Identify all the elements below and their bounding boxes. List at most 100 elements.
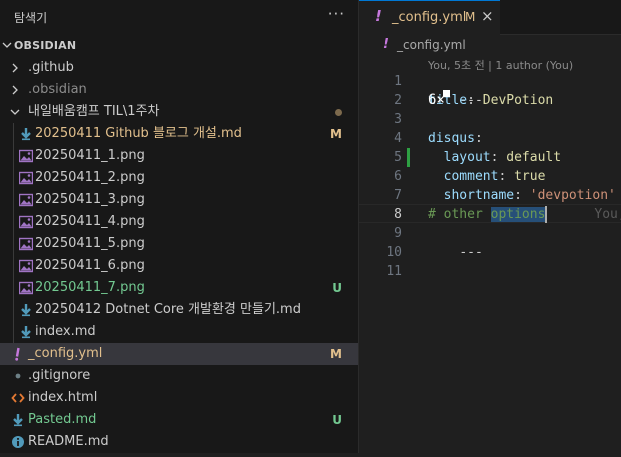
image-file-icon: [18, 237, 34, 251]
tree-item-label: 내일배움캠프 TIL\1주차: [28, 104, 160, 119]
more-actions-icon[interactable]: ···: [328, 5, 345, 23]
markdown-file-icon: [19, 303, 33, 317]
tree-item-label: 20250411_4.png: [35, 214, 145, 229]
tab-label: _config.yml: [392, 10, 467, 25]
yaml-key: disqus: [428, 131, 475, 146]
tree-file[interactable]: Pasted.md U: [0, 409, 358, 431]
explorer-sidebar: 탐색기 ··· OBSIDIAN .github .obsidian 내일배움캠프 …: [0, 0, 359, 453]
code-line-4[interactable]: disqus:: [428, 129, 483, 148]
yaml-key: shortname: [443, 188, 515, 203]
tree-file[interactable]: 20250411_5.png: [0, 233, 358, 255]
line-number: 8: [394, 207, 402, 222]
markdown-file-icon: [19, 127, 33, 141]
tree-item-label: 20250411_6.png: [35, 258, 145, 273]
blame-codelens[interactable]: You, 5초 전 | 1 author (You): [428, 57, 573, 73]
git-status-badge: U: [332, 281, 342, 295]
line-number: 5: [394, 150, 402, 165]
tree-file[interactable]: 20250411_1.png: [0, 145, 358, 167]
readme-info-icon: [11, 435, 25, 449]
tree-file[interactable]: 20250411_4.png: [0, 211, 358, 233]
close-icon[interactable]: ×: [481, 7, 494, 25]
image-file-icon: [18, 171, 34, 185]
tree-item-label: index.md: [35, 324, 96, 339]
code-line-5[interactable]: layout: default: [428, 148, 561, 167]
explorer-title: 탐색기: [14, 11, 48, 25]
keypress-overlay: 6×: [428, 88, 450, 108]
tree-item-label: 20250411 Github 블로그 개설.md: [35, 126, 242, 141]
tree-item-label: 20250412 Dotnet Core 개발환경 만들기.md: [35, 302, 301, 317]
line-number: 10: [386, 245, 402, 260]
git-status-badge: U: [332, 413, 342, 427]
tree-folder[interactable]: .obsidian: [0, 79, 358, 101]
image-file-icon: [18, 281, 34, 295]
tree-file[interactable]: 20250411_6.png: [0, 255, 358, 277]
markdown-file-icon: [11, 413, 25, 427]
yaml-value: default: [506, 150, 562, 165]
code-line-8[interactable]: # other options You,: [428, 205, 621, 224]
tree-folder[interactable]: .github: [0, 57, 358, 79]
line-number: 4: [394, 131, 402, 146]
tree-file[interactable]: .gitignore: [0, 365, 358, 387]
modified-dot-icon: [335, 109, 342, 116]
tree-item-label: 20250411_7.png: [35, 280, 145, 295]
chevron-right-icon: [10, 79, 20, 101]
tab-modified-badge: M: [465, 10, 476, 24]
workspace-name: OBSIDIAN: [14, 39, 77, 52]
line-number: 1: [394, 74, 402, 89]
tab-config-yml[interactable]: ! _config.yml M ×: [359, 0, 500, 35]
git-modified-gutter-bar: [407, 148, 410, 167]
tree-item-label: 20250411_5.png: [35, 236, 145, 251]
text-selection: options: [490, 207, 546, 222]
line-number: 7: [394, 188, 402, 203]
git-status-badge: M: [330, 127, 342, 141]
yaml-comment: # other: [428, 207, 491, 222]
gitignore-file-icon: [11, 369, 25, 383]
markdown-file-icon: [19, 325, 33, 339]
line-number: 2: [394, 93, 402, 108]
code-line-6[interactable]: comment: true: [428, 167, 546, 186]
editor-area: ! _config.yml M × ! _config.yml You, 5초 …: [359, 0, 621, 453]
tree-file[interactable]: _config.yml M: [0, 343, 358, 365]
yaml-file-icon: !: [383, 37, 389, 52]
tree-file[interactable]: 20250411_3.png: [0, 189, 358, 211]
yaml-file-icon: !: [375, 7, 382, 25]
image-file-icon: [18, 215, 34, 229]
tree-file[interactable]: 20250411_7.png U: [0, 277, 358, 299]
image-file-icon: [18, 149, 34, 163]
yaml-file-icon: [11, 347, 25, 361]
code-line-7[interactable]: shortname: 'devpotion': [428, 186, 616, 205]
chevron-right-icon: [10, 57, 20, 79]
image-file-icon: [18, 259, 34, 273]
tree-item-label: index.html: [28, 390, 98, 405]
line-number: 3: [394, 112, 402, 127]
line-number: 9: [394, 226, 402, 241]
tree-item-label: 20250411_2.png: [35, 170, 145, 185]
tree-file[interactable]: README.md: [0, 431, 358, 453]
tree-item-label: Pasted.md: [28, 412, 97, 427]
workspace-section-header[interactable]: OBSIDIAN: [0, 35, 358, 57]
tree-item-label: README.md: [28, 434, 109, 449]
tree-file[interactable]: 20250412 Dotnet Core 개발환경 만들기.md: [0, 299, 358, 321]
tree-file[interactable]: index.md: [0, 321, 358, 343]
code-line-9[interactable]: ---: [428, 224, 482, 260]
yaml-value: true: [514, 169, 546, 184]
chevron-down-icon: [2, 42, 12, 48]
breadcrumb-file[interactable]: _config.yml: [397, 38, 466, 52]
tree-folder[interactable]: 내일배움캠프 TIL\1주차: [0, 101, 358, 123]
overlay-text: 6×: [428, 92, 445, 108]
inline-blame: You,: [594, 207, 621, 222]
html-file-icon: [11, 391, 25, 405]
tab-bar: ! _config.yml M ×: [359, 0, 621, 35]
image-file-icon: [18, 193, 34, 207]
breadcrumb: ! _config.yml: [359, 35, 621, 57]
tree-item-label: .gitignore: [28, 368, 91, 383]
yaml-value: DevPotion: [482, 93, 554, 108]
tree-file[interactable]: 20250411_2.png: [0, 167, 358, 189]
tree-item-label: 20250411_3.png: [35, 192, 145, 207]
tree-file[interactable]: 20250411 Github 블로그 개설.md M: [0, 123, 358, 145]
tree-file[interactable]: index.html: [0, 387, 358, 409]
line-number: 6: [394, 169, 402, 184]
tree-item-label: .obsidian: [28, 82, 87, 97]
git-status-badge: M: [330, 347, 342, 361]
yaml-value: 'devpotion': [529, 188, 616, 203]
